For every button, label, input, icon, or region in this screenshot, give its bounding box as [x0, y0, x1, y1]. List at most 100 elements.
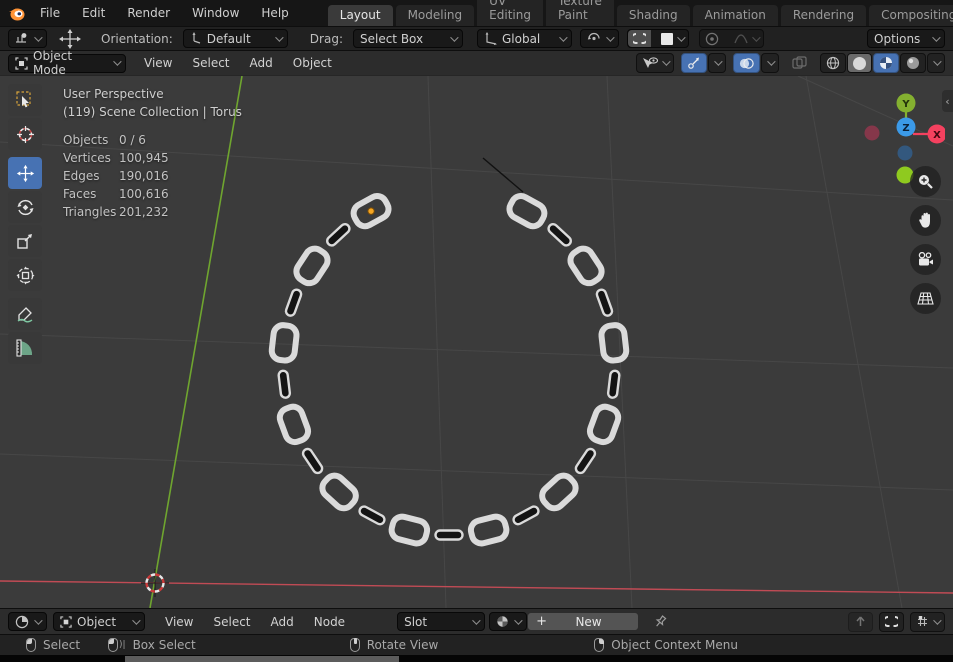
tool-rotate[interactable] [8, 191, 42, 223]
parent-up-button[interactable] [848, 611, 873, 632]
proportional-edit-group [698, 29, 764, 48]
camera-icon [918, 252, 933, 266]
object-icon [60, 615, 72, 628]
drag-dropdown[interactable]: Select Box [352, 29, 463, 48]
shader-editor-header: Object View Select Add Node Slot + New [0, 608, 953, 634]
chevron-down-icon [933, 615, 942, 625]
slot-dropdown[interactable]: Slot [397, 612, 486, 631]
menu-help[interactable]: Help [250, 6, 299, 20]
status-box-select: )| Box Select [108, 638, 196, 652]
snap-target-dropdown[interactable] [656, 32, 688, 45]
menu-render[interactable]: Render [116, 6, 181, 20]
menu-add[interactable]: Add [240, 56, 283, 70]
chevron-down-icon [132, 615, 141, 625]
tool-settings-bar: Orientation: Default Drag: Select Box Gl… [0, 26, 953, 50]
object-mode-icon [15, 56, 28, 70]
tab-rendering[interactable]: Rendering [780, 5, 867, 26]
material-icon [497, 616, 508, 627]
menu-node[interactable]: Node [304, 615, 355, 629]
shading-wireframe-button[interactable] [820, 53, 846, 73]
sidebar-collapse-tab[interactable]: ‹ [942, 90, 953, 112]
tab-uv-editing[interactable]: UV Editing [477, 0, 543, 26]
menu-edit[interactable]: Edit [71, 6, 116, 20]
snap-group [626, 29, 689, 48]
zoom-button[interactable] [910, 166, 941, 197]
xray-toggle[interactable] [786, 53, 813, 73]
bottom-strip [0, 655, 953, 662]
overlays-icon [739, 57, 754, 69]
tool-transform[interactable] [8, 259, 42, 291]
wireframe-sphere-icon [826, 56, 840, 70]
xray-icon [792, 56, 807, 69]
tab-modeling[interactable]: Modeling [395, 5, 475, 26]
blender-window: File Edit Render Window Help Layout Mode… [0, 0, 953, 662]
shading-dropdown[interactable] [927, 53, 945, 73]
tool-scale[interactable] [8, 225, 42, 257]
menu-select[interactable]: Select [182, 56, 239, 70]
falloff-dropdown[interactable] [729, 32, 763, 45]
editor-type-dropdown[interactable] [8, 612, 47, 631]
gizmos-dropdown[interactable] [708, 53, 726, 73]
tool-annotate[interactable] [8, 298, 42, 330]
stat-faces: Faces 100,616 [63, 187, 169, 201]
new-material-label: New [575, 614, 602, 629]
pan-button[interactable] [910, 205, 941, 236]
options-dropdown[interactable]: Options [867, 29, 945, 48]
menu-view-node[interactable]: View [155, 615, 203, 629]
snap-grid-icon [918, 616, 927, 626]
mode-dropdown[interactable]: Object Mode [8, 49, 126, 77]
pivot-point-dropdown[interactable] [579, 29, 619, 48]
tool-cursor[interactable] [8, 118, 42, 150]
transform-orientation-dropdown[interactable]: Global [476, 29, 572, 48]
shading-material-button[interactable] [873, 53, 899, 73]
tab-shading[interactable]: Shading [616, 5, 690, 26]
camera-view-button[interactable] [910, 244, 941, 275]
tab-layout[interactable]: Layout [327, 5, 393, 26]
gizmo-z-neg-axis[interactable] [897, 145, 913, 161]
menu-add-node[interactable]: Add [261, 615, 304, 629]
tool-measure[interactable] [8, 332, 42, 364]
toolbar [8, 84, 42, 364]
status-bar: Select )| Box Select Rotate View Object … [0, 634, 953, 655]
node-snap-target-dropdown[interactable] [910, 611, 945, 632]
orientation-dropdown[interactable]: Default [182, 29, 288, 48]
solid-sphere-icon [853, 56, 866, 70]
options-label: Options [874, 31, 921, 46]
menu-view[interactable]: View [134, 56, 182, 70]
overlays-dropdown[interactable] [761, 53, 779, 73]
node-snap-toggle[interactable] [879, 611, 904, 632]
pin-button[interactable] [653, 614, 668, 629]
snap-increment-icon [660, 32, 673, 45]
shader-type-value: Object [77, 614, 117, 629]
tool-select-box[interactable] [8, 84, 42, 116]
tool-move[interactable] [8, 157, 42, 189]
shading-solid-button[interactable] [847, 53, 872, 73]
active-collection-label: (119) Scene Collection | Torus [63, 105, 242, 119]
menu-select-node[interactable]: Select [203, 615, 260, 629]
viewport-3d[interactable]: User Perspective (119) Scene Collection … [0, 76, 953, 608]
object-visibility-dropdown[interactable] [636, 53, 674, 73]
tab-texture-paint[interactable]: Texture Paint [545, 0, 614, 26]
tab-animation[interactable]: Animation [692, 5, 778, 26]
status-select: Select [26, 638, 80, 652]
new-material-button[interactable]: + New [527, 612, 640, 631]
gizmos-toggle[interactable] [681, 53, 707, 73]
blender-logo-icon[interactable] [8, 6, 25, 21]
gizmo-x-neg-axis[interactable] [864, 125, 880, 141]
menu-object[interactable]: Object [283, 56, 342, 70]
pivot-icon [587, 32, 600, 41]
gizmo-arrow-icon [688, 57, 699, 69]
menu-file[interactable]: File [29, 6, 71, 20]
active-tool-dropdown[interactable] [8, 29, 47, 48]
shading-rendered-button[interactable] [900, 53, 926, 73]
material-browse-dropdown[interactable] [489, 612, 528, 631]
status-rotate-view: Rotate View [349, 638, 438, 652]
tab-compositing[interactable]: Compositing [869, 5, 953, 26]
shader-type-dropdown[interactable]: Object [53, 612, 145, 631]
proportional-edit-toggle[interactable] [700, 32, 724, 46]
overlays-toggle[interactable] [733, 53, 760, 73]
snap-toggle[interactable] [627, 30, 651, 47]
menu-window[interactable]: Window [181, 6, 250, 20]
perspective-toggle-button[interactable] [910, 283, 941, 314]
status-context-menu: Object Context Menu [594, 638, 738, 652]
